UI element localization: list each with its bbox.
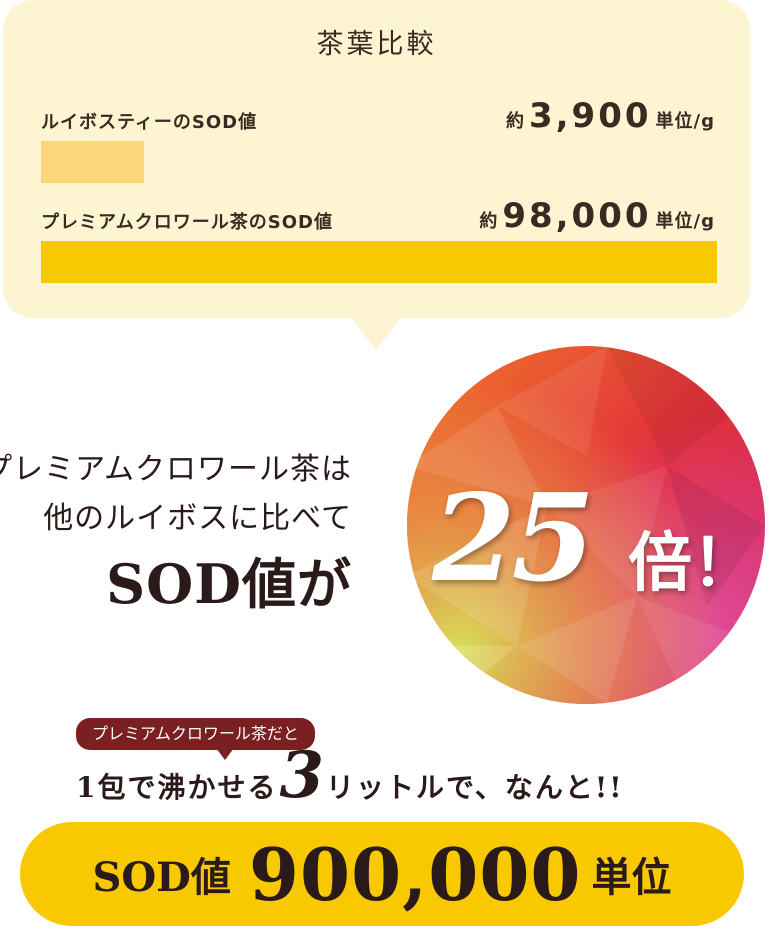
premium-value-prefix: 約 bbox=[479, 211, 499, 232]
rooibos-value: 約 3,900 単位/g bbox=[506, 96, 715, 136]
result-label: SOD値 bbox=[92, 854, 231, 901]
result-text: SOD値 900,000 単位 bbox=[20, 822, 744, 926]
premium-value: 約 98,000 単位/g bbox=[479, 196, 715, 236]
rooibos-label: ルイボスティーのSOD値 bbox=[41, 112, 258, 133]
premium-value-number: 98,000 bbox=[502, 196, 652, 236]
rooibos-value-unit: 単位/g bbox=[655, 111, 715, 132]
result-pill: SOD値 900,000 単位 bbox=[20, 822, 744, 926]
premium-bar bbox=[41, 241, 717, 283]
comparison-title: 茶葉比較 bbox=[316, 29, 437, 60]
times-unit: 倍！ bbox=[628, 526, 756, 601]
headline-line-1: プレミアムクロワール茶は bbox=[0, 452, 352, 487]
rooibos-bar bbox=[41, 141, 144, 183]
speech-bubble-tail bbox=[350, 316, 402, 350]
result-value: 900,000 bbox=[248, 831, 582, 917]
times-number: 25 bbox=[432, 468, 595, 609]
headline-line-3: SOD値が bbox=[106, 552, 352, 616]
claim-number: 3 bbox=[279, 738, 325, 813]
premium-value-unit: 単位/g bbox=[655, 211, 715, 232]
headline-line-2: 他のルイボスに比べて bbox=[43, 501, 352, 536]
claim-post: リットルで、なんと!! bbox=[326, 771, 624, 804]
premium-label: プレミアムクロワール茶のSOD値 bbox=[41, 212, 333, 233]
comparison-card: 茶葉比較 ルイボスティーのSOD値 約 3,900 単位/g プレミアムクロワール茶… bbox=[3, 0, 750, 318]
rooibos-value-number: 3,900 bbox=[528, 96, 652, 136]
claim-pre: 1包で沸かせる bbox=[76, 771, 278, 804]
result-unit: 単位 bbox=[591, 854, 672, 901]
claim-line: 1包で沸かせる3リットルで、なんと!! bbox=[76, 738, 623, 813]
rooibos-value-prefix: 約 bbox=[505, 111, 525, 132]
